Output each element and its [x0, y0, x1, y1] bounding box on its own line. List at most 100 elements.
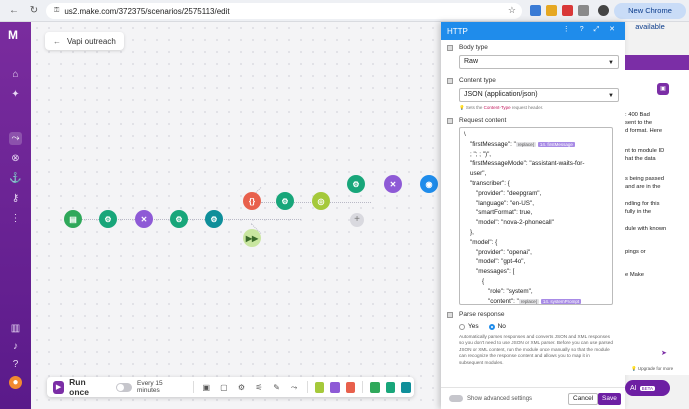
- favorite-app-icon[interactable]: [370, 381, 380, 393]
- module-router[interactable]: ◎: [312, 192, 330, 210]
- home-icon[interactable]: ⌂: [9, 68, 22, 81]
- hint-icon: 💡: [631, 366, 638, 371]
- module-openai[interactable]: ⚙: [205, 210, 223, 228]
- body-type-select[interactable]: Raw ▼: [459, 55, 619, 69]
- yes-radio[interactable]: [459, 323, 465, 330]
- magic-icon[interactable]: ✎: [272, 382, 282, 393]
- module-openai[interactable]: ⚙: [347, 175, 365, 193]
- variable-tag[interactable]: 14. systemPrompt: [540, 298, 582, 304]
- divider: [192, 381, 194, 393]
- url-text: us2.make.com/372375/scenarios/2575113/ed…: [64, 6, 230, 16]
- field-checkbox[interactable]: [447, 117, 453, 124]
- no-radio[interactable]: [488, 323, 495, 330]
- panel-footer: Show advanced settings Cancel Save: [441, 387, 625, 409]
- module-router-branch[interactable]: ▶▶: [243, 229, 261, 247]
- extensions-puzzle-icon[interactable]: [578, 5, 589, 16]
- add-module-button[interactable]: +: [350, 213, 364, 227]
- yes-label[interactable]: Yes: [468, 323, 479, 330]
- ai-assistant-button[interactable]: AI BETA: [625, 380, 670, 396]
- extension-icon[interactable]: [546, 5, 557, 16]
- chevron-down-icon: ▼: [608, 93, 614, 99]
- http-module-panel: HTTP ⋮ ? ⤢ ✕ Body type Raw ▼ Content typ…: [441, 22, 625, 409]
- module-json[interactable]: {}: [243, 192, 261, 210]
- reload-icon[interactable]: ↻: [28, 5, 40, 17]
- back-icon[interactable]: ←: [8, 5, 20, 17]
- scenario-toolbar: ▶ Run once Every 15 minutes ▣ ▢ ⚙ ⚟ ✎ ⤳: [47, 377, 414, 397]
- cancel-button[interactable]: Cancel: [568, 393, 599, 405]
- align-icon[interactable]: ⚟: [254, 382, 264, 393]
- notifications-icon[interactable]: ♪: [9, 340, 22, 353]
- back-arrow-icon[interactable]: ←: [53, 37, 61, 46]
- divider: [306, 381, 308, 393]
- content-type-select[interactable]: JSON (application/json) ▼: [459, 88, 619, 102]
- keys-icon[interactable]: ⚷: [9, 192, 22, 205]
- run-once-button[interactable]: ▶ Run once: [53, 377, 102, 397]
- advanced-settings-toggle[interactable]: [449, 395, 463, 402]
- module-http[interactable]: ◉: [420, 175, 438, 193]
- panel-title: HTTP: [447, 26, 468, 36]
- variable-tag[interactable]: 14. firstMessage: [537, 141, 575, 147]
- docs-icon[interactable]: ▥: [9, 322, 22, 335]
- module-openai[interactable]: ⚙: [99, 210, 117, 228]
- favorite-app-icon[interactable]: [385, 381, 396, 393]
- make-logo[interactable]: M: [8, 28, 18, 42]
- schedule-text[interactable]: Every 15 minutes: [137, 380, 181, 394]
- hint-icon: 💡: [459, 105, 466, 110]
- save-button[interactable]: Save: [598, 393, 621, 405]
- module-tools[interactable]: ✕: [384, 175, 402, 193]
- ai-avatar-icon: ▣: [657, 83, 669, 95]
- more-icon[interactable]: ⋮: [9, 212, 22, 225]
- ai-panel-header: [625, 55, 689, 70]
- webhooks-icon[interactable]: ⚓: [9, 172, 22, 185]
- templates-icon[interactable]: ✦: [9, 88, 22, 101]
- settings-icon[interactable]: ⚙: [237, 382, 247, 393]
- module-openai[interactable]: ⚙: [276, 192, 294, 210]
- content-type-label: Content type: [459, 77, 496, 84]
- help-icon[interactable]: ?: [9, 358, 22, 371]
- advanced-settings-label[interactable]: Show advanced settings: [467, 396, 532, 402]
- bookmark-star-icon[interactable]: ☆: [508, 5, 516, 16]
- explain-flow-icon[interactable]: ⤳: [289, 382, 299, 393]
- address-bar[interactable]: ⚿ us2.make.com/372375/scenarios/2575113/…: [46, 3, 522, 19]
- function-tag[interactable]: replace(: [518, 298, 540, 304]
- field-checkbox[interactable]: [447, 311, 453, 318]
- request-content-editor[interactable]: \ "firstMessage": " replace( 14. firstMes…: [459, 127, 613, 305]
- parse-response-label: Parse response: [459, 311, 505, 318]
- site-info-icon[interactable]: ⚿: [54, 7, 59, 15]
- module-openai[interactable]: ⚙: [170, 210, 188, 228]
- content-type-hint: 💡 Sets the Content-Type request header.: [459, 105, 544, 110]
- divider: [362, 381, 364, 393]
- json-icon[interactable]: [345, 381, 356, 393]
- module-tools[interactable]: ✕: [135, 210, 153, 228]
- chevron-down-icon: ▼: [608, 60, 614, 66]
- favorite-app-icon[interactable]: [401, 381, 412, 393]
- beta-badge: BETA: [639, 385, 656, 391]
- scenario-canvas[interactable]: ← Vapi outreach ▤ ⚙ ✕ ⚙ ⚙ {} ▶▶ ⚙ ◎ ⚙ ✕ …: [31, 22, 441, 409]
- panel-header: HTTP ⋮ ? ⤢ ✕: [441, 22, 625, 40]
- scenario-name-pill[interactable]: ← Vapi outreach: [45, 32, 124, 50]
- no-label[interactable]: No: [498, 323, 506, 330]
- save-icon[interactable]: ▣: [202, 382, 212, 393]
- parse-response-description: Automatically parses responses and conve…: [459, 334, 613, 365]
- profile-avatar[interactable]: [598, 5, 609, 16]
- chrome-update-button[interactable]: New Chrome available: [614, 3, 686, 31]
- flow-control-icon[interactable]: [314, 381, 325, 393]
- connections-icon[interactable]: ⊗: [9, 152, 22, 165]
- user-avatar[interactable]: ●: [9, 376, 22, 389]
- schedule-toggle[interactable]: [116, 382, 132, 392]
- extension-icon[interactable]: [562, 5, 573, 16]
- module-google-sheets[interactable]: ▤: [64, 210, 82, 228]
- parse-response-radio-group: Yes No: [459, 323, 619, 330]
- field-checkbox[interactable]: [447, 77, 453, 84]
- scenarios-icon[interactable]: ⤳: [9, 132, 22, 145]
- panel-header-icons[interactable]: ⋮ ? ⤢ ✕: [563, 25, 619, 34]
- function-tag[interactable]: replace(: [515, 141, 537, 147]
- notes-icon[interactable]: ▢: [219, 382, 229, 393]
- body-type-label: Body type: [459, 44, 488, 51]
- field-checkbox[interactable]: [447, 44, 453, 51]
- scenario-name: Vapi outreach: [67, 36, 116, 46]
- send-icon[interactable]: ➤: [661, 349, 667, 357]
- extension-icon[interactable]: [530, 5, 541, 16]
- upgrade-link[interactable]: 💡 Upgrade for more: [631, 366, 673, 372]
- tools-icon[interactable]: [330, 381, 340, 393]
